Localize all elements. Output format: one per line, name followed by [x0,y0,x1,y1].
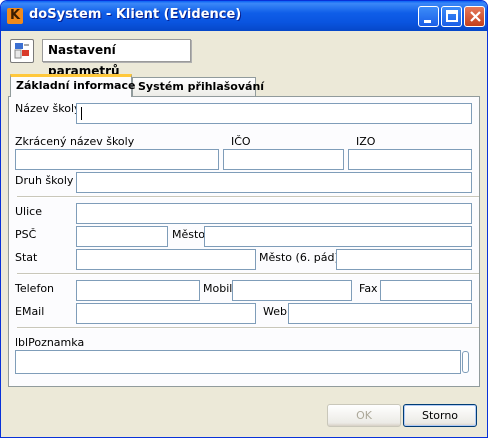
phone-field[interactable] [76,280,200,301]
ok-button[interactable]: OK [327,404,401,427]
school-type-label: Druh školy [15,174,74,187]
email-label: EMail [15,305,45,318]
phone-label: Telefon [15,282,55,295]
settings-button[interactable]: Nastavení parametrů [42,39,191,78]
cancel-button[interactable]: Storno [403,404,477,427]
title-bar[interactable]: K doSystem - Klient (Evidence) [1,1,487,31]
tab-panel: Název školy Zkrácený název školy IČO IZO… [8,96,480,387]
school-name-field[interactable] [76,103,472,124]
city-label: Město [172,228,206,241]
note-scrollbar[interactable] [462,351,469,373]
close-icon [470,11,481,22]
settings-icon[interactable] [10,39,34,63]
separator [17,196,479,198]
country-field[interactable] [76,249,256,270]
minimize-button[interactable] [418,6,439,27]
short-name-field[interactable] [15,149,219,170]
ico-label: IČO [231,135,251,148]
fax-label: Fax [359,282,378,295]
izo-field[interactable] [348,149,472,170]
maximize-icon [446,10,458,22]
minimize-icon [424,20,431,23]
fax-field[interactable] [380,280,472,301]
country-label: Stat [15,251,38,264]
school-name-label: Název školy [15,102,81,115]
ico-field[interactable] [223,149,344,170]
separator [17,327,479,329]
city-locative-field[interactable] [336,249,472,270]
email-field[interactable] [76,303,256,324]
city-locative-label: Město (6. pád) [259,251,339,264]
app-logo-icon: K [7,8,23,24]
school-type-field[interactable] [76,172,472,193]
street-label: Ulice [15,205,42,218]
main-window: K doSystem - Klient (Evidence) Nastavení… [0,0,488,438]
window-title: doSystem - Klient (Evidence) [29,7,242,22]
short-name-label: Zkrácený název školy [15,135,135,148]
city-field[interactable] [204,226,472,247]
web-label: Web [263,305,287,318]
maximize-button[interactable] [441,6,462,27]
tab-login-system[interactable]: Systém přihlašování [132,77,264,97]
note-field[interactable] [15,350,461,374]
text-caret [81,107,82,120]
mobile-label: Mobil [203,282,233,295]
mobile-field[interactable] [232,280,352,301]
note-label: lblPoznamka [15,336,85,349]
web-field[interactable] [288,303,472,324]
tab-basic-info[interactable]: Základní informace [10,74,135,97]
zip-label: PSČ [15,228,37,241]
separator [17,273,479,275]
close-button[interactable] [464,6,485,27]
zip-field[interactable] [76,226,168,247]
izo-label: IZO [356,135,376,148]
street-field[interactable] [76,203,472,224]
